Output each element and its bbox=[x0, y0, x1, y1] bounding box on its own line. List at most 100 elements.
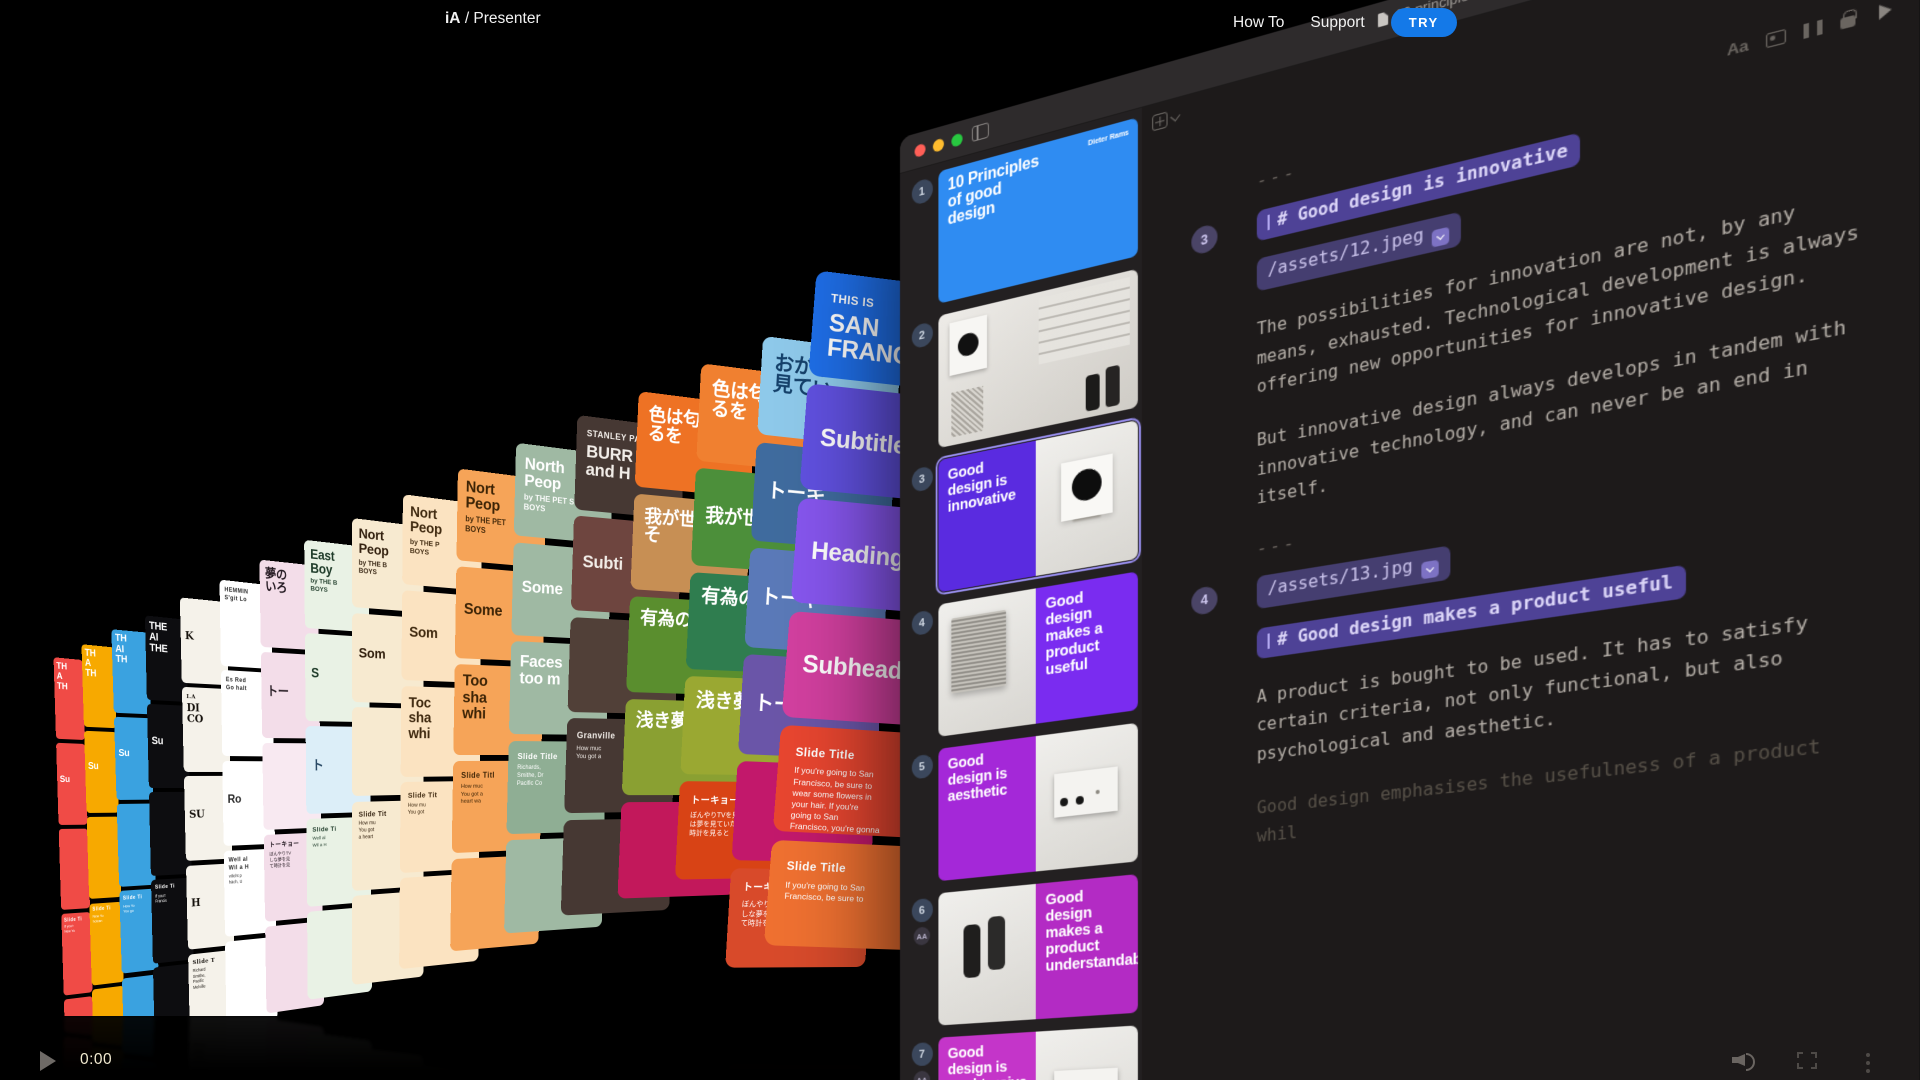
card-title: Su bbox=[88, 762, 115, 772]
window-body: 110 Principles of good designDieter Rams… bbox=[900, 0, 1920, 1080]
slide-photo bbox=[938, 884, 1035, 1026]
playback-time: 0:00 bbox=[80, 1051, 112, 1069]
slide-card: Slide TiNew Yo holcan bbox=[89, 901, 124, 985]
app-window: 10 principles of design.iapresenter — Ed… bbox=[900, 0, 1920, 1080]
fullscreen-icon[interactable] bbox=[1797, 1052, 1817, 1069]
close-window-button[interactable] bbox=[915, 143, 926, 158]
slide-card: TH A TH bbox=[54, 657, 86, 740]
editor-gutter bbox=[1191, 539, 1256, 569]
logo-name: / Presenter bbox=[465, 10, 541, 27]
insert-plus-icon bbox=[1152, 111, 1167, 131]
slide-title: Good design is aesthetic bbox=[938, 736, 1035, 815]
editor-gutter bbox=[1191, 794, 1256, 858]
slide-photo bbox=[938, 588, 1035, 736]
editor-gutter bbox=[1191, 426, 1256, 524]
slide-card: Su bbox=[56, 743, 87, 825]
slide-number-gutter: 4 bbox=[1191, 585, 1217, 616]
volume-icon[interactable] bbox=[1732, 1050, 1756, 1070]
slide-thumbnail[interactable]: Good design is innovative bbox=[938, 420, 1137, 592]
minimize-window-button[interactable] bbox=[933, 138, 944, 153]
video-player-controls: 0:00 bbox=[0, 1036, 1920, 1080]
try-button[interactable]: TRY bbox=[1391, 8, 1457, 37]
sidebar-toggle-icon[interactable] bbox=[972, 122, 989, 142]
editor-gutter bbox=[1191, 172, 1256, 208]
editor-gutter: 4 bbox=[1191, 576, 1256, 619]
markdown-editor[interactable]: Aa ---3# Good design is innovative/asset… bbox=[1142, 0, 1920, 1080]
card-title: SU bbox=[189, 808, 227, 820]
slide-title: Good design is innovative bbox=[938, 441, 1035, 527]
slide-card bbox=[64, 996, 95, 1016]
slide-photo bbox=[1036, 723, 1138, 872]
text-cursor bbox=[1268, 633, 1270, 649]
navbar: iA / Presenter How To Support TRY bbox=[0, 0, 1920, 40]
slide-number-column: 1 bbox=[905, 172, 938, 312]
app-window-scene: 10 principles of design.iapresenter — Ed… bbox=[900, 138, 1800, 1080]
slide-thumbnail[interactable]: Good design makes a product understandab… bbox=[938, 874, 1137, 1025]
slide-thumbnail-panel: 110 Principles of good designDieter Rams… bbox=[900, 108, 1142, 1080]
slide-color-half: Good design is aesthetic bbox=[938, 736, 1035, 881]
asset-reference[interactable]: /assets/13.jpg bbox=[1257, 545, 1450, 609]
play-button[interactable] bbox=[40, 1051, 56, 1071]
card-title: Su bbox=[151, 736, 185, 748]
slide-number-column: 6 AA bbox=[905, 893, 938, 1027]
slide-number-column: 5 bbox=[905, 749, 938, 885]
logo[interactable]: iA / Presenter bbox=[445, 10, 541, 28]
zoom-window-button[interactable] bbox=[951, 132, 962, 147]
card-title: K bbox=[185, 630, 223, 645]
card-title: Su bbox=[118, 749, 149, 760]
slide-card: Slide TiIf you'r New Yo bbox=[61, 912, 92, 995]
card-title: TH A TH bbox=[85, 648, 113, 680]
card-body: If you'r New Yo bbox=[64, 923, 88, 934]
slide-number: 6 bbox=[911, 898, 932, 923]
slide-color-half: Good design makes a product useful bbox=[1036, 571, 1138, 723]
nav-links: How To Support TRY bbox=[1233, 8, 1457, 37]
card-body: If you'r Francis bbox=[155, 891, 189, 904]
chevron-down-icon bbox=[1170, 110, 1180, 121]
player-menu-icon[interactable] bbox=[1866, 1053, 1870, 1073]
text-cursor bbox=[1268, 215, 1270, 231]
slide-photo bbox=[1036, 420, 1138, 576]
logo-mark: iA bbox=[445, 10, 461, 27]
nav-link-howto[interactable]: How To bbox=[1233, 14, 1284, 32]
slide-number: 5 bbox=[911, 754, 932, 780]
slide-color-half: Good design makes a product understandab… bbox=[1036, 874, 1138, 1019]
slide-number: 1 bbox=[911, 177, 932, 206]
card-title: THE AI THE bbox=[149, 621, 183, 657]
card-title: Su bbox=[60, 774, 84, 784]
slide-number: 3 bbox=[911, 465, 932, 492]
traffic-lights bbox=[915, 132, 963, 157]
slide-number: 4 bbox=[911, 610, 932, 637]
slide-color-half: Good design is innovative bbox=[938, 441, 1035, 593]
slide-row: 5Good design is aesthetic bbox=[905, 722, 1142, 884]
slide-row: 6 AA Good design makes a product understan… bbox=[905, 874, 1142, 1028]
editor-content: ---3# Good design is innovative/assets/1… bbox=[1191, 14, 1883, 858]
slide-card: TH A TH bbox=[81, 644, 116, 728]
nav-link-support[interactable]: Support bbox=[1310, 14, 1364, 32]
slide-author: Dieter Rams bbox=[1088, 129, 1129, 147]
slide-style-badge: AA bbox=[914, 926, 930, 946]
slide-number-gutter: 3 bbox=[1191, 223, 1217, 256]
slide-title: Good design makes a product useful bbox=[1036, 571, 1138, 689]
slide-row: 4 Good design makes a product useful bbox=[905, 571, 1142, 742]
slide-number-column: 4 bbox=[905, 605, 938, 742]
slide-thumbnail[interactable]: Good design is aesthetic bbox=[938, 723, 1137, 881]
insert-control[interactable] bbox=[1152, 108, 1179, 131]
card-title: DI CO bbox=[187, 702, 226, 726]
editor-gutter bbox=[1191, 683, 1256, 778]
asset-chevron-icon[interactable] bbox=[1432, 227, 1449, 248]
slide-card bbox=[59, 829, 90, 911]
card-title: TH AI TH bbox=[115, 634, 146, 668]
card-body: How Yo You go bbox=[123, 901, 153, 913]
editor-gutter bbox=[1191, 259, 1256, 306]
slide-number-column: 2 bbox=[905, 316, 938, 455]
asset-chevron-icon[interactable] bbox=[1421, 560, 1438, 580]
card-body: New Yo holcan bbox=[93, 913, 120, 925]
slide-number: 2 bbox=[911, 321, 932, 349]
slide-card: Su bbox=[84, 731, 119, 813]
slide-number-column: 3 bbox=[905, 460, 938, 598]
editor-gutter: 3 bbox=[1191, 211, 1256, 257]
slide-card bbox=[92, 985, 126, 1016]
editor-gutter bbox=[1191, 629, 1256, 669]
editor-gutter bbox=[1191, 315, 1256, 415]
slide-thumbnail[interactable]: Good design makes a product useful bbox=[938, 571, 1137, 736]
